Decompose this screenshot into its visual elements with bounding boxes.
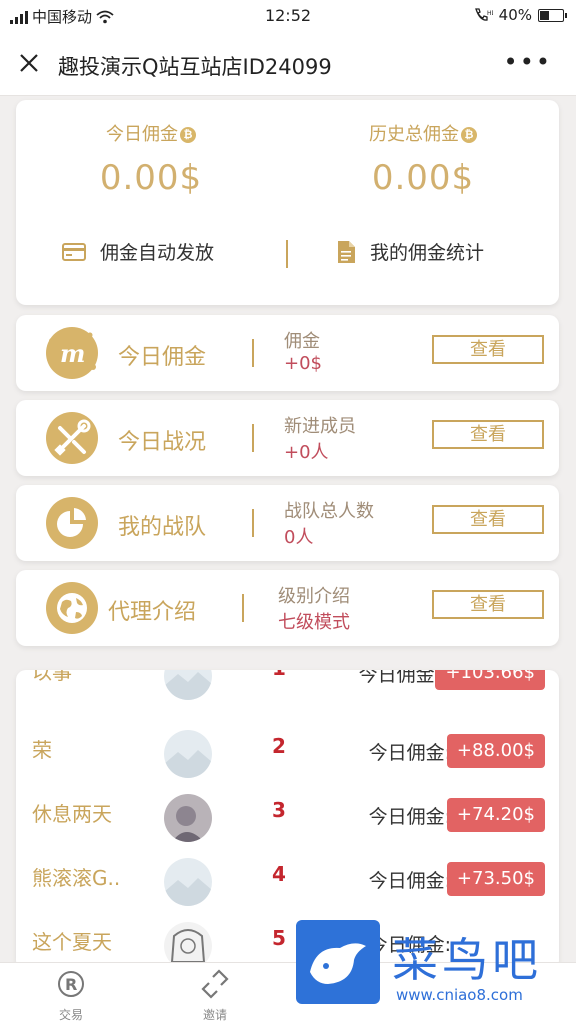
- tab-label: 交易: [58, 1008, 83, 1022]
- rank-number: 5: [272, 926, 286, 950]
- commission-label: 今日佣金:: [368, 870, 451, 892]
- row-sub-value: +0$: [284, 353, 322, 374]
- row-sub-value: +0人: [284, 442, 329, 463]
- document-icon: [338, 240, 355, 263]
- list-item[interactable]: 休息两天 3 今日佣金: +74.20$: [16, 794, 559, 858]
- today-commission: 今日佣金 ₿ 0.00$: [16, 120, 286, 198]
- rank-number: 3: [272, 798, 286, 822]
- svg-text:m: m: [60, 339, 85, 368]
- today-commission-label: 今日佣金: [106, 124, 178, 145]
- member-name: 休息两天: [32, 802, 112, 826]
- divider: [252, 339, 254, 367]
- commission-summary-card: 今日佣金 ₿ 0.00$ 历史总佣金 ₿ 0.00$ 佣金自动发放 我的佣金统计: [16, 100, 559, 305]
- commission-badge: +103.66$: [435, 670, 545, 690]
- row-sub-label: 级别介绍: [278, 586, 350, 607]
- commission-label: 今日佣金:: [358, 670, 441, 686]
- commission-badge: +73.50$: [446, 862, 545, 896]
- view-button[interactable]: 查看: [432, 505, 544, 534]
- list-item[interactable]: 熊滚滚G.. 4 今日佣金: +73.50$: [16, 858, 559, 922]
- history-commission: 历史总佣金 ₿ 0.00$: [288, 120, 558, 198]
- svg-text:HD: HD: [487, 10, 493, 17]
- row-title: 今日佣金: [118, 345, 207, 370]
- globe-icon: [46, 582, 98, 634]
- divider: [242, 594, 244, 622]
- history-commission-value: 0.00$: [371, 158, 475, 198]
- list-item[interactable]: 以事 1 今日佣金: +103.66$: [16, 670, 559, 716]
- registered-icon: R: [58, 971, 84, 997]
- row-sub-label: 新进成员: [284, 416, 356, 437]
- more-options-icon[interactable]: •••: [504, 50, 552, 74]
- row-sub-value: 七级模式: [278, 612, 350, 633]
- row-title: 代理介绍: [108, 600, 197, 625]
- tools-icon: [46, 412, 98, 464]
- history-commission-label: 历史总佣金: [369, 124, 459, 145]
- row-title: 今日战况: [118, 430, 207, 455]
- member-name: 这个夏天: [32, 930, 112, 954]
- m-badge-icon: m: [46, 327, 98, 379]
- rank-number: 4: [272, 862, 286, 886]
- commission-label: 今日佣金:: [368, 742, 451, 764]
- divider: [286, 240, 288, 268]
- tab-invite[interactable]: 邀请: [180, 969, 250, 1023]
- battery-percent: 40%: [498, 6, 532, 24]
- row-sub-label: 战队总人数: [284, 501, 374, 522]
- row-agent-intro: 代理介绍 级别介绍 七级模式 查看: [16, 570, 559, 646]
- today-commission-value: 0.00$: [99, 158, 203, 198]
- commission-stats-label: 我的佣金统计: [370, 242, 485, 264]
- member-name: 熊滚滚G..: [32, 866, 121, 890]
- commission-badge: +88.00$: [446, 734, 545, 768]
- member-name: 以事: [32, 670, 72, 684]
- view-button[interactable]: 查看: [432, 335, 544, 364]
- auto-payout-button[interactable]: 佣金自动发放: [62, 238, 214, 265]
- link-icon: [201, 969, 229, 999]
- rank-number: 1: [272, 670, 286, 680]
- row-today-status: 今日战况 新进成员 +0人 查看: [16, 400, 559, 476]
- auto-payout-label: 佣金自动发放: [100, 242, 215, 264]
- bitcoin-icon: ₿: [180, 127, 196, 143]
- commission-badge: +74.20$: [446, 798, 545, 832]
- battery-icon: [538, 8, 567, 22]
- watermark-text: 菜鸟吧: [392, 933, 542, 987]
- row-my-team: 我的战队 战队总人数 0人 查看: [16, 485, 559, 561]
- nav-bar: 趣投演示Q站互站店ID24099 •••: [0, 32, 576, 96]
- page-title: 趣投演示Q站互站店ID24099: [58, 55, 332, 79]
- list-item[interactable]: 荣 2 今日佣金: +88.00$: [16, 730, 559, 794]
- rank-number: 2: [272, 734, 286, 758]
- svg-text:R: R: [65, 975, 77, 994]
- pie-chart-icon: [46, 497, 98, 549]
- watermark-url: www.cniao8.com: [396, 986, 523, 1004]
- close-icon[interactable]: [14, 48, 44, 78]
- view-button[interactable]: 查看: [432, 590, 544, 619]
- status-bar: 中国移动 12:52 HD 40%: [0, 0, 576, 32]
- commission-label: 今日佣金:: [368, 806, 451, 828]
- card-icon: [62, 242, 86, 261]
- row-today-commission: m 今日佣金 佣金 +0$ 查看: [16, 315, 559, 391]
- tab-trade[interactable]: R 交易: [36, 969, 106, 1023]
- row-title: 我的战队: [118, 515, 207, 540]
- avatar: [164, 730, 212, 778]
- commission-stats-button[interactable]: 我的佣金统计: [336, 238, 484, 265]
- avatar: [164, 670, 212, 700]
- avatar: [164, 794, 212, 842]
- watermark: 菜鸟吧 www.cniao8.com: [296, 914, 566, 1010]
- divider: [252, 424, 254, 452]
- bitcoin-icon: ₿: [461, 127, 477, 143]
- bird-logo-icon: [296, 920, 380, 1004]
- tab-label: 邀请: [202, 1008, 227, 1022]
- call-icon: HD: [474, 8, 493, 21]
- row-sub-label: 佣金: [284, 331, 320, 352]
- member-name: 荣: [32, 738, 52, 762]
- row-sub-value: 0人: [284, 527, 314, 548]
- divider: [252, 509, 254, 537]
- avatar: [164, 858, 212, 906]
- view-button[interactable]: 查看: [432, 420, 544, 449]
